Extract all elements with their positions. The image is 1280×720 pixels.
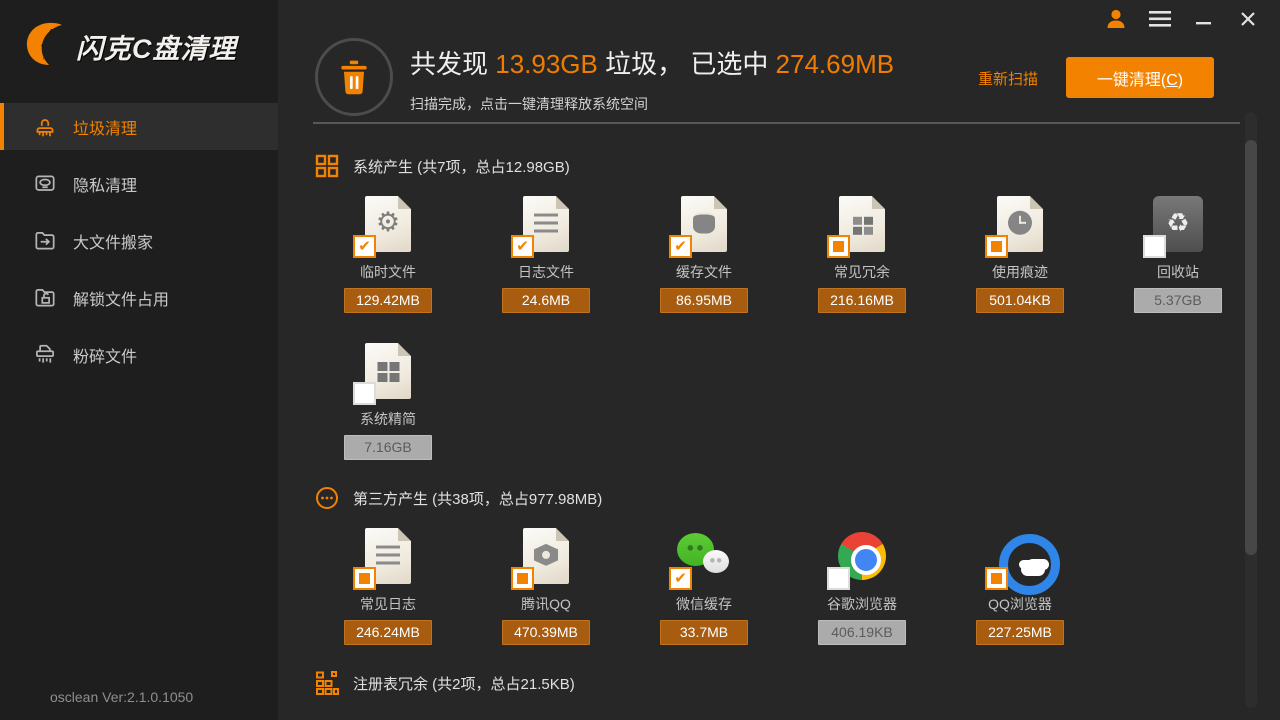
selected-size-value: 274.69MB	[776, 49, 895, 79]
section-header: 系统产生 (共7项，总占12.98GB)	[315, 154, 1240, 178]
cleanup-item[interactable]: 谷歌浏览器 406.19KB	[818, 528, 906, 645]
trash-circle-icon	[315, 38, 393, 116]
item-size-badge: 33.7MB	[660, 620, 748, 645]
sidebar-nav: 垃圾清理 隐私清理 大	[0, 103, 278, 388]
section-title: 系统产生 (共7项，总占12.98GB)	[353, 156, 570, 177]
item-label: 缓存文件	[660, 262, 748, 282]
item-checkbox[interactable]	[353, 567, 376, 590]
cleanup-item[interactable]: 回收站 5.37GB	[1134, 196, 1222, 313]
main-area: 共发现 13.93GB 垃圾， 已选中 274.69MB 扫描完成，点击一键清理…	[278, 0, 1280, 720]
folder-move-icon	[32, 228, 58, 254]
cleanup-section: 注册表冗余 (共2项，总占21.5KB)	[315, 671, 1240, 713]
cleanup-item[interactable]: 系统精简 7.16GB	[344, 343, 432, 460]
item-label: 日志文件	[502, 262, 590, 282]
sidebar-item-big-file-move[interactable]: 大文件搬家	[0, 217, 278, 264]
sidebar-item-unlock-file[interactable]: 解锁文件占用	[0, 274, 278, 321]
item-size-badge: 227.25MB	[976, 620, 1064, 645]
item-label: 系统精简	[344, 409, 432, 429]
item-checkbox[interactable]	[985, 235, 1008, 258]
cleanup-item[interactable]: 腾讯QQ 470.39MB	[502, 528, 590, 645]
item-label: 回收站	[1134, 262, 1222, 282]
item-label: 使用痕迹	[976, 262, 1064, 282]
app-logo: 闪克C盘清理	[0, 0, 278, 71]
section-items: 常见日志 246.24MB 腾讯QQ 470.39MB 微信缓存 33.7MB …	[344, 528, 1240, 645]
section-list: 系统产生 (共7项，总占12.98GB) 临时文件 129.42MB 日志文件 …	[278, 124, 1280, 713]
logo-flash-icon	[24, 22, 70, 71]
item-label: 腾讯QQ	[502, 594, 590, 614]
sidebar-item-label: 隐私清理	[73, 172, 137, 196]
one-click-clean-button[interactable]: 一键清理(C)	[1066, 57, 1214, 98]
scan-subtitle: 扫描完成，点击一键清理释放系统空间	[410, 94, 894, 114]
item-label: 微信缓存	[660, 594, 748, 614]
shredder-icon	[32, 342, 58, 368]
cleanup-item[interactable]: 常见日志 246.24MB	[344, 528, 432, 645]
rescan-link[interactable]: 重新扫描	[978, 68, 1038, 89]
scrollbar-thumb[interactable]	[1245, 140, 1257, 555]
scan-summary-header: 共发现 13.93GB 垃圾， 已选中 274.69MB 扫描完成，点击一键清理…	[278, 0, 1280, 122]
sidebar-item-privacy-cleanup[interactable]: 隐私清理	[0, 160, 278, 207]
sidebar: 闪克C盘清理 垃圾清理	[0, 0, 278, 720]
sidebar-item-label: 大文件搬家	[73, 229, 153, 253]
cleanup-section: 第三方产生 (共38项，总占977.98MB) 常见日志 246.24MB 腾讯…	[315, 486, 1240, 645]
item-checkbox[interactable]	[511, 567, 534, 590]
item-checkbox[interactable]	[827, 235, 850, 258]
item-checkbox[interactable]	[353, 235, 376, 258]
item-label: 临时文件	[344, 262, 432, 282]
item-checkbox[interactable]	[511, 235, 534, 258]
section-header: 注册表冗余 (共2项，总占21.5KB)	[315, 671, 1240, 695]
sidebar-item-shred-file[interactable]: 粉碎文件	[0, 331, 278, 378]
cleanup-item[interactable]: 常见冗余 216.16MB	[818, 196, 906, 313]
item-checkbox[interactable]	[669, 235, 692, 258]
item-size-badge: 470.39MB	[502, 620, 590, 645]
item-size-badge: 24.6MB	[502, 288, 590, 313]
item-size-badge: 86.95MB	[660, 288, 748, 313]
scan-title: 共发现 13.93GB 垃圾， 已选中 274.69MB	[410, 44, 894, 81]
item-size-badge: 501.04KB	[976, 288, 1064, 313]
cleanup-item[interactable]: 微信缓存 33.7MB	[660, 528, 748, 645]
item-label: 谷歌浏览器	[818, 594, 906, 614]
item-size-badge: 406.19KB	[818, 620, 906, 645]
cleanup-item[interactable]: 缓存文件 86.95MB	[660, 196, 748, 313]
item-size-badge: 216.16MB	[818, 288, 906, 313]
privacy-screen-icon	[32, 171, 58, 197]
scan-texts: 共发现 13.93GB 垃圾， 已选中 274.69MB 扫描完成，点击一键清理…	[410, 44, 894, 114]
registry-icon	[315, 671, 339, 695]
item-checkbox[interactable]	[1143, 235, 1166, 258]
cleanup-section: 系统产生 (共7项，总占12.98GB) 临时文件 129.42MB 日志文件 …	[315, 154, 1240, 460]
section-title: 注册表冗余 (共2项，总占21.5KB)	[353, 673, 575, 694]
section-header: 第三方产生 (共38项，总占977.98MB)	[315, 486, 1240, 510]
item-size-badge: 129.42MB	[344, 288, 432, 313]
cleanup-item[interactable]: QQ浏览器 227.25MB	[976, 528, 1064, 645]
version-text: osclean Ver:2.1.0.1050	[50, 689, 193, 705]
grid-icon	[315, 154, 339, 178]
item-checkbox[interactable]	[827, 567, 850, 590]
item-checkbox[interactable]	[985, 567, 1008, 590]
sidebar-item-garbage-cleanup[interactable]: 垃圾清理	[0, 103, 278, 150]
item-label: QQ浏览器	[976, 594, 1064, 614]
app-window: 闪克C盘清理 垃圾清理	[0, 0, 1280, 720]
found-size-value: 13.93GB	[495, 49, 598, 79]
dots-icon	[315, 486, 339, 510]
item-checkbox[interactable]	[353, 382, 376, 405]
app-title: 闪克C盘清理	[76, 27, 237, 66]
item-size-badge: 5.37GB	[1134, 288, 1222, 313]
cleanup-item[interactable]: 日志文件 24.6MB	[502, 196, 590, 313]
item-label: 常见日志	[344, 594, 432, 614]
cleanup-item[interactable]: 使用痕迹 501.04KB	[976, 196, 1064, 313]
sidebar-item-label: 垃圾清理	[73, 115, 137, 139]
folder-unlock-icon	[32, 285, 58, 311]
cleanup-item[interactable]: 临时文件 129.42MB	[344, 196, 432, 313]
item-checkbox[interactable]	[669, 567, 692, 590]
item-size-badge: 246.24MB	[344, 620, 432, 645]
sidebar-item-label: 粉碎文件	[73, 343, 137, 367]
section-title: 第三方产生 (共38项，总占977.98MB)	[353, 488, 602, 509]
item-label: 常见冗余	[818, 262, 906, 282]
section-items: 临时文件 129.42MB 日志文件 24.6MB 缓存文件 86.95MB 常…	[344, 196, 1240, 460]
sidebar-item-label: 解锁文件占用	[73, 286, 169, 310]
broom-icon	[32, 114, 58, 140]
item-size-badge: 7.16GB	[344, 435, 432, 460]
